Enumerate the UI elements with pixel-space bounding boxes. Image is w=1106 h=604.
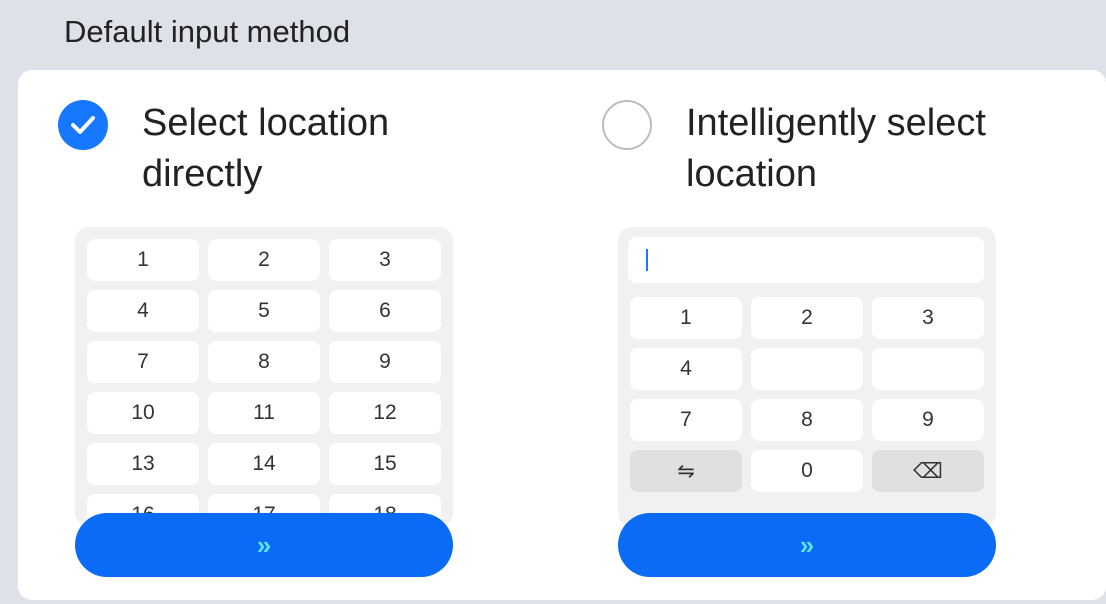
input-method-card: Select location directly Intelligently s… bbox=[18, 70, 1106, 600]
direct-location-preview: 123456789101112131415161718 bbox=[75, 227, 453, 527]
keypad-key[interactable]: 2 bbox=[751, 297, 863, 339]
grid-key[interactable]: 9 bbox=[329, 341, 441, 383]
keypad-key[interactable]: 9 bbox=[872, 399, 984, 441]
grid-key[interactable]: 13 bbox=[87, 443, 199, 485]
keypad-key[interactable]: 1 bbox=[630, 297, 742, 339]
grid-key[interactable]: 1 bbox=[87, 239, 199, 281]
keypad-key[interactable] bbox=[751, 348, 863, 390]
keypad-key[interactable]: 0 bbox=[751, 450, 863, 492]
grid-key[interactable]: 8 bbox=[208, 341, 320, 383]
radio-checked-icon[interactable] bbox=[58, 100, 108, 150]
grid-key[interactable]: 6 bbox=[329, 290, 441, 332]
smart-location-preview: 1 2 3 4 7 8 9 ⇋ 0 ⌫ bbox=[618, 227, 996, 527]
grid-key[interactable]: 10 bbox=[87, 392, 199, 434]
go-button-smart[interactable]: » bbox=[618, 513, 996, 577]
grid-key[interactable]: 5 bbox=[208, 290, 320, 332]
grid-key[interactable]: 2 bbox=[208, 239, 320, 281]
backspace-icon[interactable]: ⌫ bbox=[872, 450, 984, 492]
go-button-direct[interactable]: » bbox=[75, 513, 453, 577]
grid-key[interactable]: 3 bbox=[329, 239, 441, 281]
keypad-key[interactable]: 3 bbox=[872, 297, 984, 339]
double-chevron-right-icon: » bbox=[799, 529, 815, 560]
text-caret bbox=[646, 249, 648, 271]
grid-key[interactable]: 11 bbox=[208, 392, 320, 434]
radio-unchecked-icon[interactable] bbox=[602, 100, 652, 150]
grid-key[interactable]: 14 bbox=[208, 443, 320, 485]
option-label-smart: Intelligently select location bbox=[686, 102, 986, 195]
switch-keyboard-icon[interactable]: ⇋ bbox=[630, 450, 742, 492]
grid-key[interactable]: 12 bbox=[329, 392, 441, 434]
section-title: Default input method bbox=[64, 14, 351, 49]
keypad-key[interactable]: 4 bbox=[630, 348, 742, 390]
keypad-key[interactable]: 8 bbox=[751, 399, 863, 441]
grid-key[interactable]: 4 bbox=[87, 290, 199, 332]
location-input-display[interactable] bbox=[628, 237, 984, 283]
double-chevron-right-icon: » bbox=[256, 529, 272, 560]
keypad-key[interactable]: 7 bbox=[630, 399, 742, 441]
keypad-key[interactable] bbox=[872, 348, 984, 390]
option-label-direct: Select location directly bbox=[142, 102, 390, 195]
grid-key[interactable]: 15 bbox=[329, 443, 441, 485]
grid-key[interactable]: 7 bbox=[87, 341, 199, 383]
